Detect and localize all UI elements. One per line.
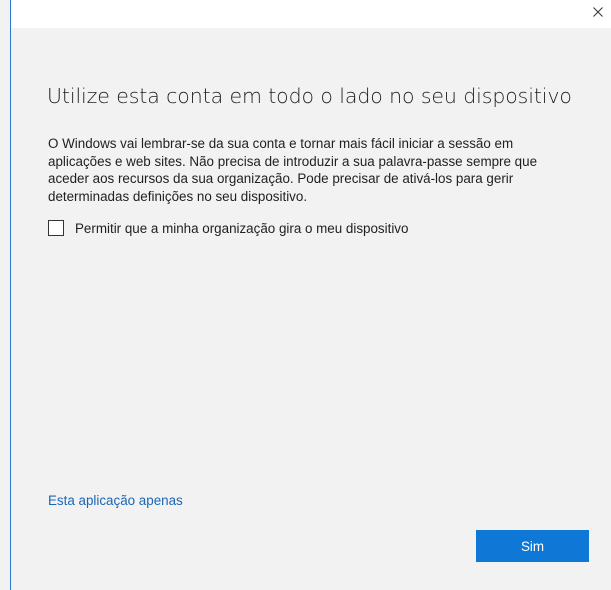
page-title: Utilize esta conta em todo o lado no seu… xyxy=(47,84,572,108)
yes-button[interactable]: Sim xyxy=(476,530,589,562)
this-app-only-link[interactable]: Esta aplicação apenas xyxy=(48,493,183,508)
close-button[interactable] xyxy=(585,0,611,24)
description-text: O Windows vai lembrar-se da sua conta e … xyxy=(48,136,538,204)
title-bar xyxy=(11,0,611,28)
allow-manage-checkbox-row[interactable]: Permitir que a minha organização gira o … xyxy=(48,220,408,236)
allow-manage-checkbox[interactable] xyxy=(48,220,64,236)
dialog-content: Utilize esta conta em todo o lado no seu… xyxy=(11,28,611,590)
close-icon xyxy=(593,7,603,17)
checkbox-label: Permitir que a minha organização gira o … xyxy=(75,220,409,236)
dialog-window: Utilize esta conta em todo o lado no seu… xyxy=(0,0,611,590)
